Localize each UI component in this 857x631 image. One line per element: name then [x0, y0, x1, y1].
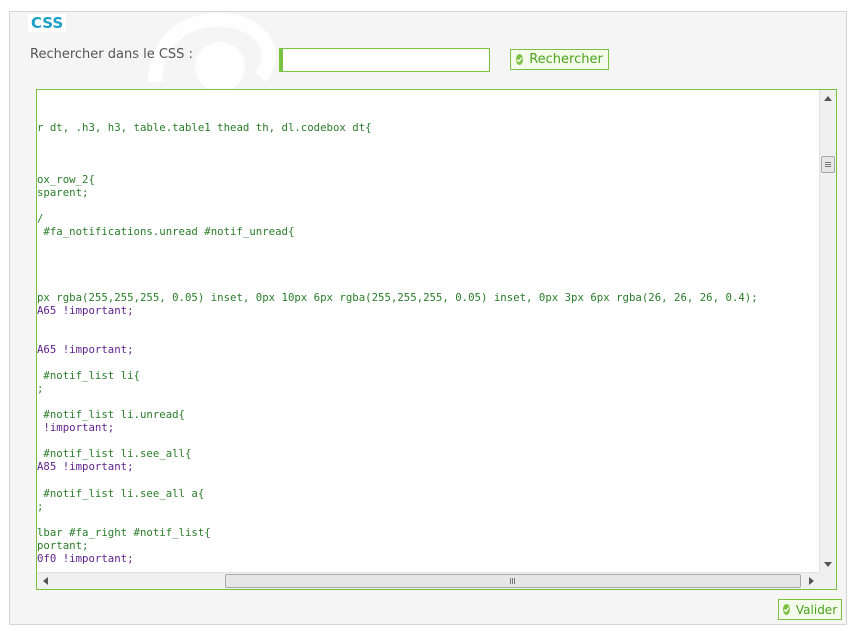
validate-button-label: Valider [795, 602, 838, 617]
check-icon [516, 54, 524, 65]
code-line: sparent; [37, 186, 89, 199]
check-icon [782, 604, 790, 615]
css-panel: CSS Rechercher dans le CSS : Rechercher … [9, 11, 847, 625]
scroll-down-arrow-icon[interactable] [824, 562, 832, 567]
code-line: ; [37, 382, 44, 395]
scrollbar-corner [819, 572, 836, 589]
horizontal-scrollbar[interactable] [37, 572, 820, 589]
code-line: A65 !important; [37, 304, 134, 317]
code-line: px rgba(255,255,255, 0.05) inset, 0px 10… [37, 291, 758, 304]
horizontal-scroll-thumb[interactable] [225, 574, 801, 588]
panel-title: CSS [28, 14, 67, 32]
code-line: ; [37, 500, 44, 513]
validate-button[interactable]: Valider [778, 599, 842, 620]
code-line: A65 !important; [37, 343, 134, 356]
code-line: #notif_list li.unread{ [37, 408, 185, 421]
code-line: lbar #fa_right #notif_list{ [37, 526, 211, 539]
scroll-left-arrow-icon[interactable] [43, 577, 48, 585]
vertical-scrollbar[interactable] [819, 90, 836, 573]
code-line: 0f0 !important; [37, 552, 134, 565]
css-code-editor[interactable]: r dt, .h3, h3, table.table1 thead th, dl… [36, 89, 837, 590]
code-line: ox_row_2{ [37, 173, 95, 186]
code-line: A85 !important; [37, 460, 134, 473]
code-line: r dt, .h3, h3, table.table1 thead th, dl… [37, 121, 372, 134]
scroll-up-arrow-icon[interactable] [824, 96, 832, 101]
code-line: #notif_list li{ [37, 369, 140, 382]
scroll-right-arrow-icon[interactable] [809, 577, 814, 585]
code-line: #notif_list li.see_all a{ [37, 487, 205, 500]
code-line: #notif_list li.see_all{ [37, 447, 192, 460]
code-line: portant; [37, 539, 89, 552]
code-line: #fa_notifications.unread #notif_unread{ [37, 225, 295, 238]
code-line: / [37, 212, 44, 225]
search-label: Rechercher dans le CSS : [30, 47, 193, 62]
vertical-scroll-thumb[interactable] [821, 156, 835, 173]
search-button[interactable]: Rechercher [510, 49, 609, 70]
code-textarea[interactable]: r dt, .h3, h3, table.table1 thead th, dl… [37, 90, 820, 573]
code-line: !important; [37, 421, 115, 434]
search-input[interactable] [279, 48, 490, 72]
search-button-label: Rechercher [529, 52, 603, 67]
